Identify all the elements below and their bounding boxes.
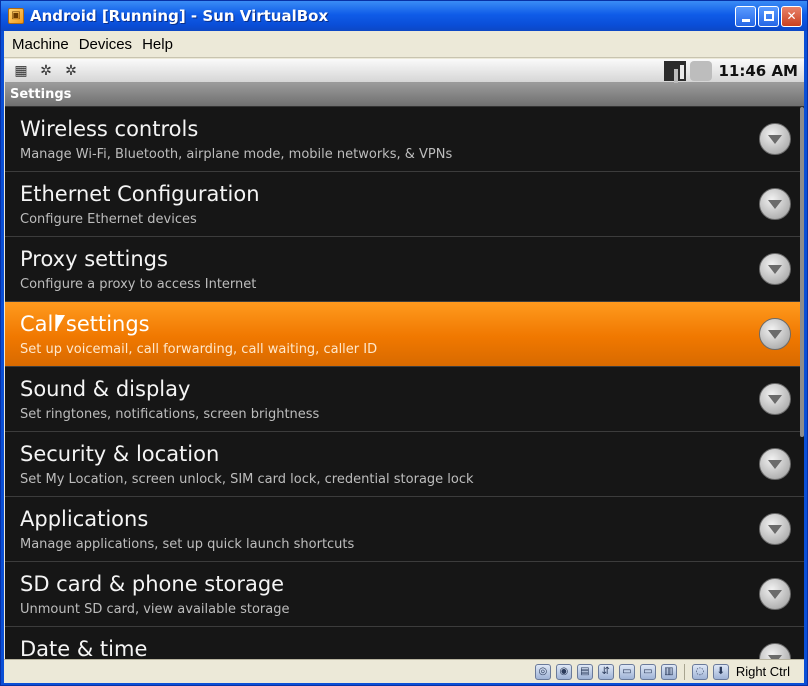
folder-icon[interactable]: ▭	[639, 663, 656, 680]
menu-machine[interactable]: Machine	[8, 36, 73, 53]
usb-devices-icon[interactable]: ⇵	[597, 663, 614, 680]
virtualbox-window: ▣ Android [Running] - Sun VirtualBox ✕ M…	[0, 0, 808, 686]
minimize-icon	[741, 18, 750, 22]
android-status-bar[interactable]: ▦ ✲ ✲ 11:46 AM	[5, 59, 804, 83]
minimize-button[interactable]	[735, 5, 756, 27]
status-clock: 11:46 AM	[718, 61, 798, 80]
settings-list[interactable]: Wireless controls Manage Wi-Fi, Bluetoot…	[5, 107, 804, 659]
settings-item-wireless-controls[interactable]: Wireless controls Manage Wi-Fi, Bluetoot…	[5, 107, 804, 172]
host-key-icon[interactable]: ⬇	[712, 663, 729, 680]
settings-item-sound-display[interactable]: Sound & display Set ringtones, notificat…	[5, 367, 804, 432]
settings-item-security-location[interactable]: Security & location Set My Location, scr…	[5, 432, 804, 497]
maximize-button[interactable]	[758, 5, 779, 27]
network-icon: ▦	[14, 62, 28, 79]
chevron-down-icon	[759, 188, 791, 220]
chevron-down-icon	[759, 643, 791, 659]
virtualbox-app-icon[interactable]: ▣	[8, 8, 24, 24]
chevron-down-icon	[759, 123, 791, 155]
list-scrollbar[interactable]	[800, 107, 804, 437]
menu-help[interactable]: Help	[138, 36, 177, 53]
close-button[interactable]: ✕	[781, 5, 802, 27]
chevron-down-icon	[759, 318, 791, 350]
settings-item-ethernet-configuration[interactable]: Ethernet Configuration Configure Etherne…	[5, 172, 804, 237]
chevron-down-icon	[759, 513, 791, 545]
debug-icon: ✲	[40, 62, 52, 79]
settings-item-title: Wireless controls	[20, 117, 199, 141]
settings-title-bar: Settings	[5, 83, 804, 107]
chevron-down-icon	[759, 253, 791, 285]
chevron-down-icon	[759, 578, 791, 610]
chevron-down-icon	[759, 383, 791, 415]
virtualization-icon[interactable]: ▥	[660, 663, 677, 680]
settings-item-subtitle: Set My Location, screen unlock, SIM card…	[20, 472, 474, 487]
settings-item-title: Applications	[20, 507, 149, 531]
settings-item-subtitle: Manage applications, set up quick launch…	[20, 537, 355, 552]
settings-item-sd-card-storage[interactable]: SD card & phone storage Unmount SD card,…	[5, 562, 804, 627]
settings-item-applications[interactable]: Applications Manage applications, set up…	[5, 497, 804, 562]
mouse-integration-icon[interactable]: ◌	[691, 663, 708, 680]
virtualbox-status-bar: ◎ ◉ ▤ ⇵ ▭ ▭ ▥ ◌ ⬇ Right Ctrl	[4, 659, 804, 683]
maximize-icon	[763, 11, 774, 21]
window-title: Android [Running] - Sun VirtualBox	[30, 7, 329, 25]
settings-item-title: Ethernet Configuration	[20, 182, 260, 206]
network-adapter-icon[interactable]: ▤	[576, 663, 593, 680]
usb-debug-icon: ✲	[65, 62, 77, 79]
settings-item-call-settings[interactable]: Call settings Set up voicemail, call for…	[5, 302, 804, 367]
host-key-label: Right Ctrl	[735, 664, 790, 679]
settings-item-subtitle: Configure Ethernet devices	[20, 212, 197, 227]
title-bar[interactable]: ▣ Android [Running] - Sun VirtualBox ✕	[1, 1, 807, 31]
signal-strength-icon	[664, 60, 687, 81]
close-icon: ✕	[786, 9, 797, 23]
settings-item-title: Security & location	[20, 442, 220, 466]
usb-connected-icon	[690, 60, 713, 81]
settings-item-proxy-settings[interactable]: Proxy settings Configure a proxy to acce…	[5, 237, 804, 302]
hard-disk-icon[interactable]: ◎	[534, 663, 551, 680]
menu-bar: Machine Devices Help	[4, 31, 804, 58]
settings-item-title: Sound & display	[20, 377, 191, 401]
settings-item-subtitle: Set up voicemail, call forwarding, call …	[20, 342, 378, 357]
chevron-down-icon	[759, 448, 791, 480]
settings-item-subtitle: Set ringtones, notifications, screen bri…	[20, 407, 320, 422]
android-screen[interactable]: ▦ ✲ ✲ 11:46 AM Settings Wireless control…	[5, 59, 804, 659]
shared-folders-icon[interactable]: ▭	[618, 663, 635, 680]
settings-item-subtitle: Manage Wi-Fi, Bluetooth, airplane mode, …	[20, 147, 453, 162]
mouse-cursor-icon	[56, 314, 66, 330]
settings-item-title: Date & time	[20, 637, 148, 659]
menu-devices[interactable]: Devices	[75, 36, 136, 53]
settings-item-subtitle: Unmount SD card, view available storage	[20, 602, 290, 617]
settings-item-title: SD card & phone storage	[20, 572, 285, 596]
settings-item-subtitle: Configure a proxy to access Internet	[20, 277, 257, 292]
status-separator	[683, 663, 685, 680]
settings-item-title: Call settings	[20, 312, 150, 336]
settings-item-title: Proxy settings	[20, 247, 168, 271]
settings-item-date-time[interactable]: Date & time	[5, 627, 804, 659]
window-client-area: Machine Devices Help ▦ ✲ ✲ 11:46 AM Sett…	[4, 31, 804, 683]
cd-dvd-icon[interactable]: ◉	[555, 663, 572, 680]
